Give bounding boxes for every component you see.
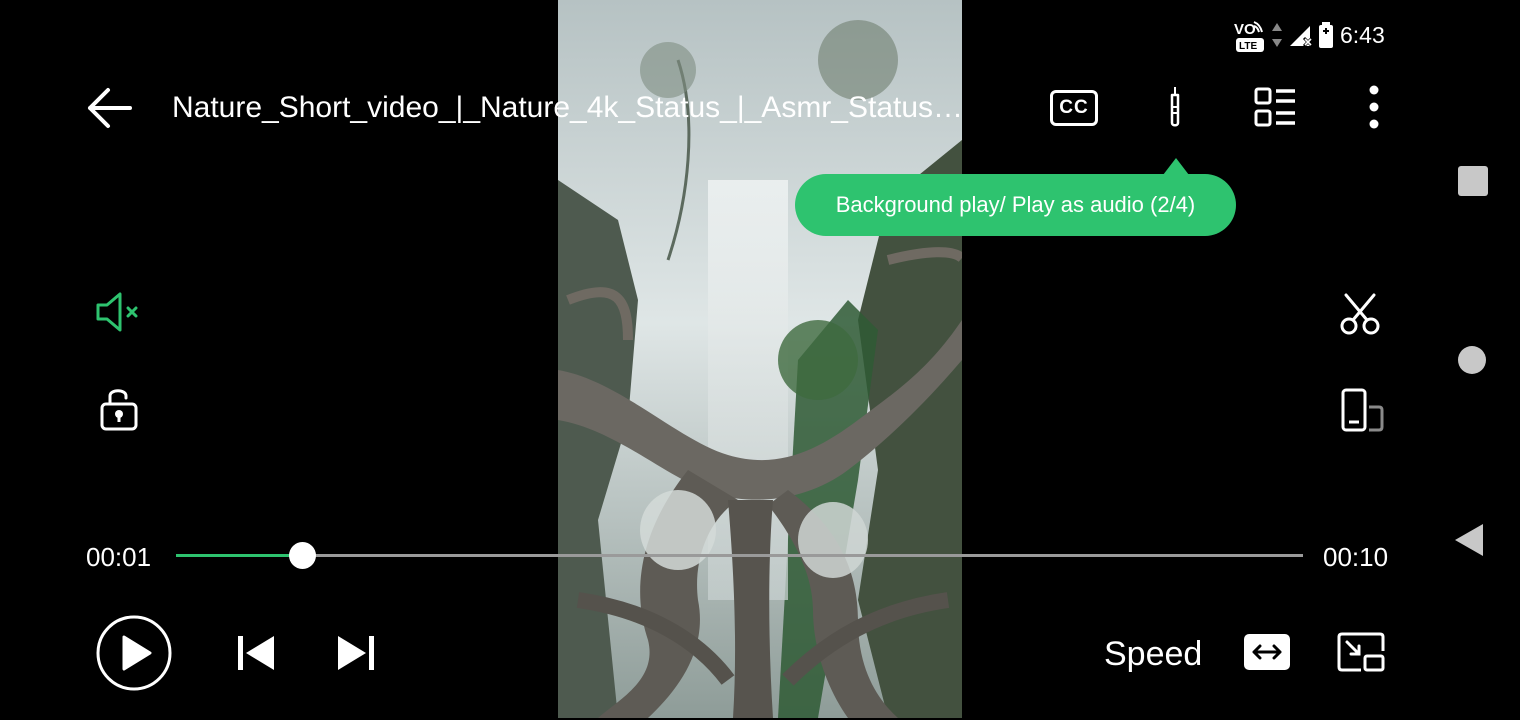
total-time: 00:10 — [1323, 542, 1389, 572]
previous-button[interactable] — [234, 632, 278, 674]
current-time: 00:01 — [86, 542, 152, 572]
picture-in-picture-icon — [1337, 632, 1385, 672]
mute-button[interactable] — [92, 288, 144, 336]
closed-captions-icon: CC — [1050, 90, 1098, 126]
data-activity-icon — [1272, 23, 1282, 47]
aspect-ratio-button[interactable] — [1242, 632, 1292, 672]
home-icon[interactable] — [1458, 346, 1486, 374]
picture-in-picture-button[interactable] — [1336, 630, 1386, 674]
skip-previous-icon — [238, 636, 274, 670]
tooltip-arrow — [1163, 158, 1189, 175]
play-button[interactable] — [96, 615, 172, 691]
video-title: Nature_Short_video_|_Nature_4k_Status_|_… — [172, 91, 964, 124]
arrow-left-icon — [88, 88, 132, 128]
nav-back-icon[interactable] — [1455, 524, 1483, 556]
next-button[interactable] — [334, 632, 378, 674]
playback-speed-button[interactable]: Speed — [1104, 632, 1202, 676]
headphone-jack-icon — [1170, 87, 1180, 127]
cut-clip-button[interactable] — [1334, 288, 1386, 340]
status-time: 6:43 — [1340, 21, 1385, 48]
lte-label: LTE — [1239, 41, 1257, 52]
cc-label: CC — [1059, 97, 1089, 118]
recent-apps-icon[interactable] — [1458, 166, 1488, 196]
closed-captions-button[interactable]: CC — [1046, 86, 1102, 130]
seek-bar-progress — [176, 554, 303, 557]
back-button[interactable] — [84, 84, 134, 132]
more-vertical-icon — [1369, 85, 1379, 129]
seek-bar[interactable] — [176, 542, 1303, 569]
network-label: VO — [1234, 21, 1256, 38]
more-options-button[interactable] — [1356, 82, 1392, 132]
screen-lock-button[interactable] — [94, 382, 144, 434]
background-play-button[interactable] — [1156, 82, 1194, 132]
playlist-icon — [1254, 87, 1295, 127]
signal-icon — [1290, 26, 1314, 48]
play-circle-icon — [96, 615, 172, 691]
aspect-ratio-icon — [1244, 634, 1290, 670]
unlock-icon — [100, 389, 138, 431]
status-bar: VO LTE 6:43 — [1232, 16, 1385, 54]
battery-icon — [1319, 22, 1333, 48]
scissors-icon — [1340, 293, 1380, 335]
background-play-tooltip[interactable]: Background play/ Play as audio (2/4) — [795, 174, 1236, 236]
screen-rotate-icon — [1341, 388, 1384, 432]
volte-icon: VO LTE — [1234, 21, 1264, 52]
screen-rotate-button[interactable] — [1334, 384, 1390, 436]
speaker-muted-icon — [96, 292, 138, 332]
tooltip-text: Background play/ Play as audio (2/4) — [835, 192, 1196, 217]
seek-bar-thumb[interactable] — [289, 542, 317, 569]
system-nav-bar — [1424, 0, 1520, 720]
video-player-screen: VO LTE 6:43 Nature_Short_video_|_Nature_… — [0, 0, 1520, 720]
skip-next-icon — [338, 636, 374, 670]
playlist-button[interactable] — [1250, 84, 1300, 130]
